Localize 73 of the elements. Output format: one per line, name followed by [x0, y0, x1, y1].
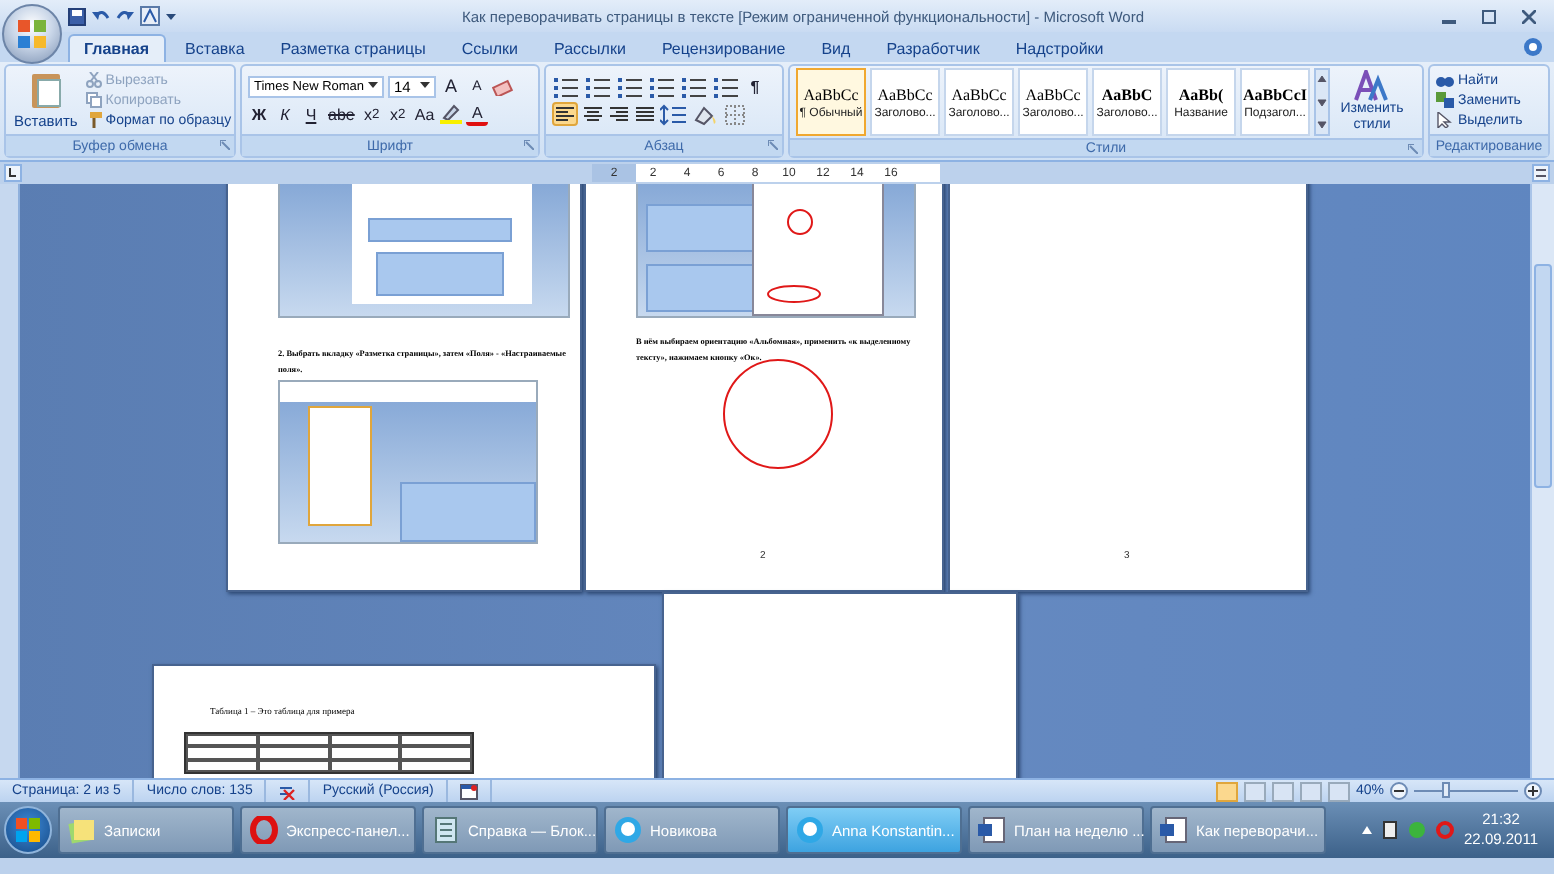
text-lines-icon [556, 106, 574, 122]
ribbon-tab[interactable]: Главная [68, 34, 166, 62]
vertical-scrollbar[interactable] [1530, 184, 1554, 778]
font-color-button[interactable]: A [466, 102, 489, 126]
cursor-icon [1436, 112, 1454, 128]
clipboard-icon [27, 70, 64, 110]
ribbon-tab[interactable]: Рецензирование [645, 34, 802, 62]
format-button[interactable]: К [274, 102, 296, 126]
help-icon[interactable] [1524, 38, 1542, 56]
format-button[interactable]: abe [326, 102, 357, 126]
chat-bubble-icon [614, 816, 642, 844]
ribbon-tab[interactable]: Разметка страницы [264, 34, 442, 62]
replace-icon [1436, 92, 1454, 108]
document-icon[interactable] [140, 6, 160, 26]
line-spacing-icon[interactable] [660, 103, 688, 125]
redo-icon[interactable] [116, 7, 134, 25]
ribbon-tab[interactable]: Рассылки [538, 34, 642, 62]
flag-logo-icon [16, 818, 40, 842]
close-icon [1521, 9, 1535, 23]
align-button[interactable] [634, 102, 656, 126]
save-icon[interactable] [68, 7, 86, 25]
numbered-list-icon[interactable] [584, 75, 612, 97]
ribbon-tab[interactable]: Надстройки [999, 34, 1120, 62]
ribbon-tab[interactable]: Вид [805, 34, 867, 62]
copy-icon [85, 92, 102, 108]
undo-icon[interactable] [92, 7, 110, 25]
opera-icon [250, 816, 278, 844]
brush-icon [85, 112, 102, 128]
zoom-in-button[interactable] [1524, 782, 1542, 800]
binoculars-icon [1436, 72, 1454, 88]
shading-icon[interactable] [692, 103, 720, 125]
notepad-icon [432, 816, 460, 844]
squares-logo-icon [16, 18, 48, 50]
plus-icon [1528, 786, 1538, 796]
tray-arrow-icon[interactable] [1362, 826, 1373, 834]
format-button[interactable]: Ж [248, 102, 270, 126]
minus-icon [1394, 786, 1404, 796]
format-button[interactable]: Ч [300, 102, 322, 126]
grow-font-button[interactable]: A [440, 74, 462, 98]
office-button[interactable] [2, 4, 62, 64]
clear-format-icon[interactable] [492, 76, 514, 96]
styles-letters-icon [1354, 70, 1390, 103]
align-button[interactable] [582, 102, 604, 126]
sticky-notes-icon [68, 816, 96, 844]
macro-record-icon[interactable] [459, 783, 478, 799]
text-lines-icon [610, 106, 628, 122]
dropdown-caret-icon [368, 82, 378, 90]
word-document-icon [1160, 816, 1188, 844]
maximize-icon [1481, 9, 1495, 23]
chat-bubble-icon [796, 816, 824, 844]
align-button[interactable] [552, 102, 578, 126]
dropdown-caret-icon [420, 82, 430, 90]
ribbon-tab[interactable]: Вставка [169, 34, 261, 62]
tab-selector-icon[interactable] [4, 164, 22, 182]
align-button[interactable] [608, 102, 630, 126]
text-lines-icon [584, 106, 602, 122]
ribbon-tab[interactable]: Ссылки [445, 34, 535, 62]
view-ruler-icon[interactable] [1532, 164, 1550, 182]
gallery-scroll-icon[interactable] [1314, 68, 1330, 136]
highlight-icon[interactable] [440, 104, 463, 124]
scissors-icon [85, 72, 102, 88]
zoom-slider-thumb[interactable] [1441, 782, 1450, 798]
ribbon-tab[interactable]: Разработчик [870, 34, 996, 62]
format-button[interactable]: Aa [412, 102, 437, 126]
bullet-list-icon[interactable] [552, 75, 580, 97]
word-document-icon [978, 816, 1006, 844]
spellcheck-icon[interactable] [278, 783, 297, 799]
circle-annotation [722, 358, 834, 470]
start-button[interactable] [4, 806, 52, 854]
show-marks-button[interactable]: ¶ [744, 74, 766, 98]
dropdown-caret-icon[interactable] [166, 11, 176, 21]
zoom-out-button[interactable] [1390, 782, 1408, 800]
text-lines-icon [636, 106, 654, 122]
